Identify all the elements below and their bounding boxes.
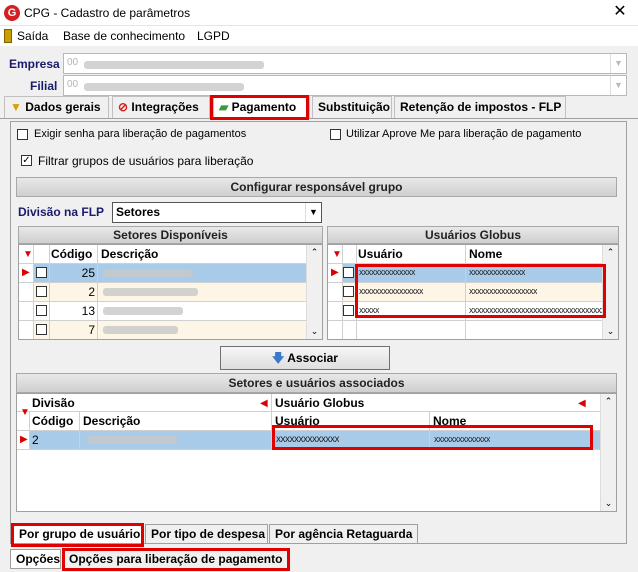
subtab-por-tipo-despesa[interactable]: Por tipo de despesa bbox=[145, 524, 268, 544]
usuarios-header: Usuários Globus bbox=[327, 226, 619, 244]
chevron-up-icon[interactable]: ⌃ bbox=[603, 247, 618, 258]
aprove-me-checkbox[interactable] bbox=[330, 129, 341, 140]
setores-header: Setores Disponíveis bbox=[18, 226, 323, 244]
assoc-codigo: 2 bbox=[32, 433, 39, 447]
subtab-por-agencia-retaguarda[interactable]: Por agência Retaguarda bbox=[269, 524, 418, 544]
empresa-value: 00 bbox=[67, 57, 79, 68]
row-pointer-icon: ▶ bbox=[22, 267, 30, 278]
col-codigo: Código bbox=[32, 414, 74, 428]
row-pointer-icon: ▶ bbox=[20, 434, 28, 445]
subtab-por-grupo-usuario[interactable]: Por grupo de usuário bbox=[13, 524, 144, 544]
col-nome: Nome bbox=[469, 247, 503, 261]
window-title: CPG - Cadastro de parâmetros bbox=[24, 6, 191, 20]
filter-icon: ▼ bbox=[10, 100, 22, 114]
aprove-me-label: Utilizar Aprove Me para liberação de pag… bbox=[346, 128, 582, 140]
row-checkbox[interactable] bbox=[36, 267, 47, 278]
row-checkbox[interactable] bbox=[36, 324, 47, 335]
usuario-value: xxxxxxxxxxxxxx bbox=[359, 267, 415, 277]
exit-icon bbox=[4, 29, 12, 43]
group-usuario-globus: Usuário Globus bbox=[275, 396, 365, 410]
empresa-combo[interactable]: 00 ▼ bbox=[63, 53, 627, 74]
setor-codigo: 13 bbox=[81, 304, 95, 318]
nome-value: xxxxxxxxxxxxxxxxxxxxxxxxxxxxxxxxxxxx bbox=[469, 305, 603, 315]
col-usuario: Usuário bbox=[358, 247, 403, 261]
setor-codigo: 25 bbox=[81, 266, 95, 280]
tab-opcoes-liberacao[interactable]: Opções para liberação de pagamento bbox=[63, 549, 289, 569]
menu-bar: Saída Base de conhecimento LGPD bbox=[0, 26, 638, 46]
tab-integracoes[interactable]: ⊘ Integrações bbox=[112, 96, 210, 118]
filtrar-grupos-label: Filtrar grupos de usuários para liberaçã… bbox=[38, 154, 254, 168]
col-descricao: Descrição bbox=[101, 247, 159, 261]
col-nome: Nome bbox=[433, 414, 467, 428]
money-icon: ▰ bbox=[219, 100, 229, 114]
filial-combo[interactable]: 00 ▼ bbox=[63, 75, 627, 96]
divisao-label: Divisão na FLP bbox=[18, 205, 105, 219]
divisao-select[interactable]: Setores ▼ bbox=[112, 202, 322, 223]
sort-indicator-icon: ▼ bbox=[332, 249, 342, 260]
app-logo-icon: G bbox=[4, 5, 20, 21]
tab-retencao-impostos[interactable]: Retenção de impostos - FLP bbox=[394, 96, 566, 118]
tab-dados-gerais[interactable]: ▼ Dados gerais bbox=[4, 96, 109, 118]
usuarios-scrollbar[interactable]: ⌃ ⌄ bbox=[602, 245, 618, 339]
filtrar-grupos-checkbox[interactable]: ✓ bbox=[21, 155, 32, 166]
arrow-down-icon: 🡇 bbox=[272, 351, 285, 365]
tab-pagamento[interactable]: ▰ Pagamento bbox=[213, 96, 310, 118]
row-checkbox[interactable] bbox=[343, 267, 354, 278]
sort-left-icon: ◀ bbox=[578, 398, 586, 409]
nome-value: xxxxxxxxxxxxxxxxx bbox=[469, 286, 537, 296]
usuario-value: xxxxxxxxxxxxxxxx bbox=[359, 286, 423, 296]
associados-header: Setores e usuários associados bbox=[16, 373, 617, 393]
chevron-down-icon[interactable]: ▼ bbox=[610, 76, 626, 95]
exigir-senha-label: Exigir senha para liberação de pagamento… bbox=[34, 128, 247, 140]
row-checkbox[interactable] bbox=[343, 286, 354, 297]
configurar-header: Configurar responsável grupo bbox=[16, 177, 617, 197]
setores-grid: ▼ Código Descrição ▶ 25 2 13 7 ⌃ ⌄ bbox=[18, 244, 323, 340]
row-checkbox[interactable] bbox=[36, 286, 47, 297]
col-descricao: Descrição bbox=[83, 414, 141, 428]
row-pointer-icon: ▶ bbox=[331, 267, 339, 278]
assoc-usuario: xxxxxxxxxxxxxx bbox=[276, 434, 339, 445]
setor-codigo: 2 bbox=[88, 285, 95, 299]
filial-label: Filial bbox=[30, 79, 58, 93]
integration-icon: ⊘ bbox=[118, 100, 129, 114]
row-checkbox[interactable] bbox=[343, 305, 354, 316]
chevron-down-icon[interactable]: ▼ bbox=[305, 203, 321, 222]
usuario-value: xxxxx bbox=[359, 305, 379, 315]
setor-codigo: 7 bbox=[88, 323, 95, 337]
setores-scrollbar[interactable]: ⌃ ⌄ bbox=[306, 245, 322, 339]
row-checkbox[interactable] bbox=[36, 305, 47, 316]
tab-substituicao[interactable]: Substituição bbox=[312, 96, 392, 118]
chevron-up-icon[interactable]: ⌃ bbox=[601, 396, 616, 407]
col-usuario: Usuário bbox=[275, 414, 320, 428]
sort-indicator-icon: ▼ bbox=[23, 249, 33, 260]
filial-value: 00 bbox=[67, 79, 79, 90]
associar-button[interactable]: 🡇 Associar bbox=[220, 346, 390, 370]
empresa-label: Empresa bbox=[9, 57, 60, 71]
usuarios-grid: ▼ Usuário Nome ▶ xxxxxxxxxxxxxx xxxxxxxx… bbox=[327, 244, 619, 340]
nome-value: xxxxxxxxxxxxxx bbox=[469, 267, 525, 277]
chevron-down-icon[interactable]: ⌄ bbox=[307, 326, 322, 337]
chevron-down-icon[interactable]: ▼ bbox=[610, 54, 626, 73]
divisao-value: Setores bbox=[116, 205, 161, 219]
main-tabs: ▼ Dados gerais ⊘ Integrações ▰ Pagamento… bbox=[0, 96, 638, 119]
group-divisao: Divisão bbox=[32, 396, 75, 410]
title-bar: G CPG - Cadastro de parâmetros ✕ bbox=[0, 0, 638, 26]
chevron-down-icon[interactable]: ⌄ bbox=[603, 326, 618, 337]
chevron-down-icon[interactable]: ⌄ bbox=[601, 498, 616, 509]
exigir-senha-checkbox[interactable] bbox=[17, 129, 28, 140]
close-icon[interactable]: ✕ bbox=[608, 2, 632, 22]
menu-item-saida[interactable]: Saída bbox=[17, 29, 48, 43]
associados-scrollbar[interactable]: ⌃ ⌄ bbox=[600, 394, 616, 511]
assoc-nome: xxxxxxxxxxxxxx bbox=[434, 434, 490, 444]
sort-left-icon: ◀ bbox=[260, 398, 268, 409]
menu-item-base-conhecimento[interactable]: Base de conhecimento bbox=[63, 29, 185, 43]
associados-grid: Divisão ◀ Usuário Globus ◀ ▼ Código Desc… bbox=[16, 393, 617, 512]
menu-item-lgpd[interactable]: LGPD bbox=[197, 29, 230, 43]
chevron-up-icon[interactable]: ⌃ bbox=[307, 247, 322, 258]
col-codigo: Código bbox=[51, 247, 93, 261]
tab-opcoes[interactable]: Opções bbox=[10, 549, 61, 569]
